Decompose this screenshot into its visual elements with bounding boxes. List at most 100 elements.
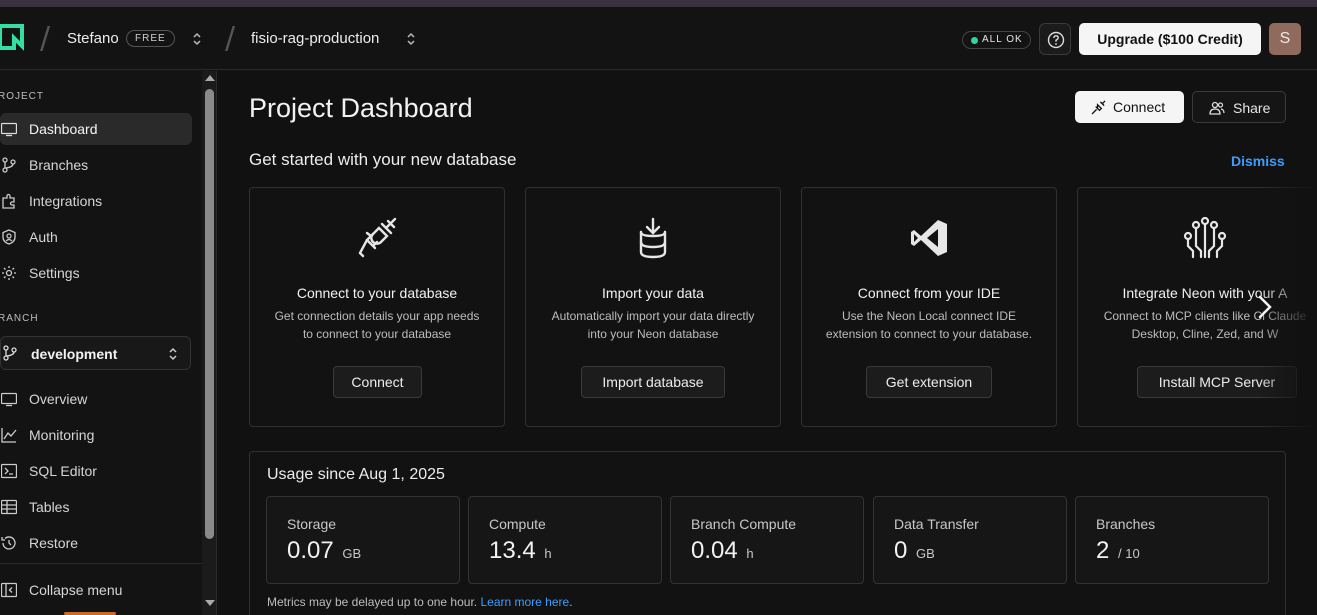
metric-unit: GB (916, 546, 935, 561)
table-icon (1, 499, 17, 515)
card-connect-button[interactable]: Connect (333, 366, 422, 398)
sidebar-item-label: Branches (29, 157, 89, 173)
learn-more-link[interactable]: Learn more here (480, 595, 569, 609)
metric-label: Branches (1096, 516, 1156, 532)
org-switcher-chevron-icon[interactable] (191, 31, 203, 47)
vscode-icon (911, 220, 947, 256)
branch-icon (3, 345, 17, 361)
help-icon (1047, 31, 1065, 49)
sidebar-item-label: Auth (29, 229, 58, 245)
usage-panel: Usage since Aug 1, 2025 Storage 0.07 GB … (249, 451, 1286, 615)
metric-label: Storage (287, 516, 337, 532)
metric-branches: Branches 2 / 10 (1075, 496, 1269, 584)
avatar[interactable]: S (1269, 23, 1301, 55)
share-button[interactable]: Share (1192, 91, 1286, 123)
getting-started-title: Get started with your new database (249, 150, 517, 169)
card-description: Automatically import your data directly … (551, 309, 755, 341)
metric-unit: h (544, 546, 552, 561)
card-title: Import your data (602, 285, 704, 301)
sidebar-collapse-icon (1, 582, 17, 598)
users-icon (1209, 101, 1225, 115)
sidebar-item-label: Dashboard (29, 121, 98, 137)
card-description: Use the Neon Local connect IDE extension… (825, 309, 1033, 341)
connect-button-label: Connect (1113, 99, 1166, 115)
metric-value: 0.04 (691, 537, 738, 564)
usage-note: Metrics may be delayed up to one hour. L… (267, 595, 573, 609)
metric-storage: Storage 0.07 GB (266, 496, 460, 584)
metric-unit: h (746, 546, 754, 561)
dismiss-link[interactable]: Dismiss (1231, 153, 1285, 169)
sidebar-item-dashboard[interactable]: Dashboard (0, 113, 192, 145)
sidebar-item-settings[interactable]: Settings (0, 257, 192, 289)
metric-unit: GB (342, 546, 362, 561)
sidebar-item-tables[interactable]: Tables (0, 491, 192, 523)
get-extension-button[interactable]: Get extension (866, 366, 992, 398)
sidebar-item-branches[interactable]: Branches (0, 149, 192, 181)
sidebar-item-auth[interactable]: Auth (0, 221, 192, 253)
usage-note-text: Metrics may be delayed up to one hour. (267, 595, 478, 609)
card-title: Connect from your IDE (857, 285, 1001, 301)
metric-value-row: 13.4 h (489, 537, 552, 565)
metric-value-row: 2 / 10 (1096, 537, 1140, 565)
chevron-up-down-icon (169, 347, 177, 361)
sidebar-divider (0, 563, 202, 564)
metric-label: Branch Compute (691, 516, 797, 532)
metric-value: 2 (1096, 537, 1110, 564)
metric-value: 0.07 (287, 537, 334, 564)
monitor-icon (1, 392, 17, 407)
status-badge[interactable]: ALL OK (962, 31, 1031, 49)
sidebar-scrollbar[interactable] (202, 71, 217, 615)
branch-selector[interactable]: development (0, 336, 191, 370)
plan-badge: FREE (126, 30, 175, 47)
metric-value: 0 (894, 537, 908, 564)
collapse-menu-label: Collapse menu (29, 582, 123, 598)
history-icon (1, 536, 16, 550)
branch-icon (2, 157, 16, 173)
metric-value-row: 0.04 h (691, 537, 754, 565)
chevron-right-icon[interactable] (1253, 293, 1277, 321)
metric-compute: Compute 13.4 h (468, 496, 662, 584)
shield-user-icon (2, 229, 16, 245)
card-connect-ide: Connect from your IDE Use the Neon Local… (801, 187, 1057, 427)
breadcrumb-separator: / (225, 21, 236, 56)
scroll-up-icon[interactable] (205, 75, 215, 81)
card-connect-database: Connect to your database Get connection … (249, 187, 505, 427)
project-switcher-chevron-icon[interactable] (405, 31, 417, 47)
card-import-data: Import your data Automatically import yo… (525, 187, 781, 427)
sidebar-item-label: Monitoring (29, 427, 95, 443)
database-import-icon (639, 217, 667, 259)
help-button[interactable] (1039, 23, 1071, 55)
sidebar-item-overview[interactable]: Overview (0, 383, 192, 415)
breadcrumb-separator: / (40, 21, 51, 56)
upgrade-button[interactable]: Upgrade ($100 Credit) (1079, 23, 1261, 55)
sidebar-section-project: ROJECT (0, 91, 44, 102)
window-top-strip (0, 0, 1317, 7)
gear-icon (2, 266, 16, 280)
status-dot-icon (971, 37, 978, 44)
sidebar-item-label: Overview (29, 391, 88, 407)
sidebar-item-integrations[interactable]: Integrations (0, 185, 192, 217)
sidebar-item-label: Integrations (29, 193, 103, 209)
share-button-label: Share (1233, 100, 1271, 116)
sidebar-section-branch: RANCH (0, 313, 39, 324)
sidebar-item-label: Restore (29, 535, 79, 551)
import-database-button[interactable]: Import database (581, 366, 725, 398)
usage-title: Usage since Aug 1, 2025 (267, 466, 445, 483)
metric-value-row: 0.07 GB (287, 537, 361, 565)
sidebar-item-restore[interactable]: Restore (0, 527, 192, 559)
connect-button[interactable]: Connect (1075, 91, 1184, 123)
metric-branch-compute: Branch Compute 0.04 h (670, 496, 864, 584)
neon-logo-icon[interactable] (0, 24, 26, 52)
collapse-menu-button[interactable]: Collapse menu (0, 574, 192, 606)
scroll-down-icon[interactable] (205, 600, 215, 606)
sidebar-item-monitoring[interactable]: Monitoring (0, 419, 192, 451)
plug-icon (358, 217, 397, 258)
sidebar-item-label: Tables (29, 499, 70, 515)
sidebar-item-sql-editor[interactable]: SQL Editor (0, 455, 192, 487)
project-name[interactable]: fisio-rag-production (251, 30, 379, 47)
scrollbar-thumb[interactable] (205, 89, 214, 539)
metric-value-row: 0 GB (894, 537, 935, 565)
monitor-icon (1, 122, 17, 137)
metric-value: 13.4 (489, 537, 536, 564)
org-name[interactable]: Stefano (67, 30, 119, 47)
